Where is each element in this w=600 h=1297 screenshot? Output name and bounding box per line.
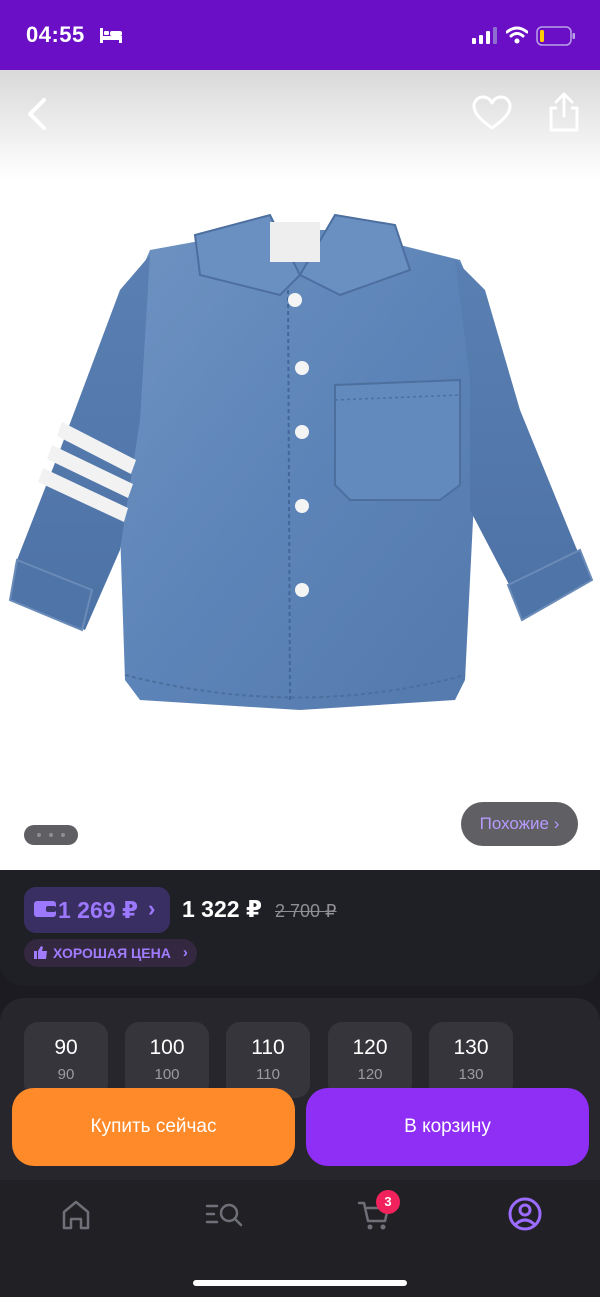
share-icon: [549, 92, 579, 132]
home-indicator[interactable]: [193, 1280, 407, 1286]
product-gallery[interactable]: Похожие ›: [0, 70, 600, 870]
share-button[interactable]: [544, 90, 584, 134]
size-option[interactable]: 100 100: [125, 1022, 209, 1098]
good-price-badge[interactable]: ХОРОШАЯ ЦЕНА ›: [24, 939, 197, 967]
profile-icon: [508, 1197, 542, 1231]
home-icon: [62, 1200, 90, 1230]
back-button[interactable]: [20, 92, 60, 136]
nav-profile[interactable]: [495, 1194, 555, 1234]
size-option[interactable]: 90 90: [24, 1022, 108, 1098]
nav-home[interactable]: [46, 1194, 106, 1234]
size-option[interactable]: 120 120: [328, 1022, 412, 1098]
heart-icon: [472, 95, 512, 130]
size-sublabel: 110: [256, 1066, 280, 1083]
wallet-price: 1 269 ₽: [58, 897, 138, 923]
nav-catalog[interactable]: [195, 1194, 255, 1234]
thumbs-up-icon: [34, 946, 47, 959]
image-pager[interactable]: [24, 825, 78, 845]
size-label: 100: [149, 1036, 185, 1059]
size-sublabel: 130: [458, 1066, 484, 1083]
bed-icon: [100, 28, 122, 43]
size-option[interactable]: 130 130: [429, 1022, 513, 1098]
size-panel: 90 90 100 100 110 110 120 120 130 130 Ку…: [0, 998, 600, 1180]
regular-price: 1 322 ₽: [182, 896, 262, 922]
old-price: 2 700 ₽: [275, 901, 337, 921]
add-to-cart-button[interactable]: В корзину: [306, 1088, 589, 1166]
pager-dot: [37, 833, 41, 837]
wallet-icon: [34, 901, 56, 917]
signal-icon: [472, 27, 497, 44]
size-option[interactable]: 110 110: [226, 1022, 310, 1098]
wifi-icon: [506, 26, 528, 44]
size-label: 120: [352, 1036, 388, 1059]
chevron-right-icon: ›: [182, 944, 188, 961]
size-label: 130: [453, 1036, 489, 1059]
wallet-price-chip[interactable]: 1 269 ₽ ›: [24, 887, 170, 933]
buy-now-button[interactable]: Купить сейчас: [12, 1088, 295, 1166]
size-sublabel: 100: [154, 1066, 180, 1083]
good-price-label: ХОРОШАЯ ЦЕНА: [53, 945, 171, 961]
size-sublabel: 120: [357, 1066, 383, 1083]
chevron-right-icon: ›: [148, 896, 156, 921]
status-bar: 04:55: [0, 0, 600, 70]
size-sublabel: 90: [57, 1066, 75, 1083]
pager-dot: [61, 833, 65, 837]
size-label: 110: [251, 1036, 285, 1059]
catalog-search-icon: [205, 1203, 243, 1227]
price-block: 1 269 ₽ › 1 322 ₽ 2 700 ₽ ХОРОШАЯ ЦЕНА ›: [0, 870, 600, 986]
favorite-button[interactable]: [470, 92, 514, 136]
size-label: 90: [54, 1036, 78, 1059]
pager-dot: [49, 833, 53, 837]
battery-icon: [536, 26, 575, 46]
back-icon: [28, 98, 46, 130]
similar-button[interactable]: Похожие ›: [461, 802, 578, 846]
status-time: 04:55: [26, 22, 85, 47]
denim-shirt-image: [8, 213, 594, 710]
cart-count-badge: 3: [376, 1190, 400, 1214]
